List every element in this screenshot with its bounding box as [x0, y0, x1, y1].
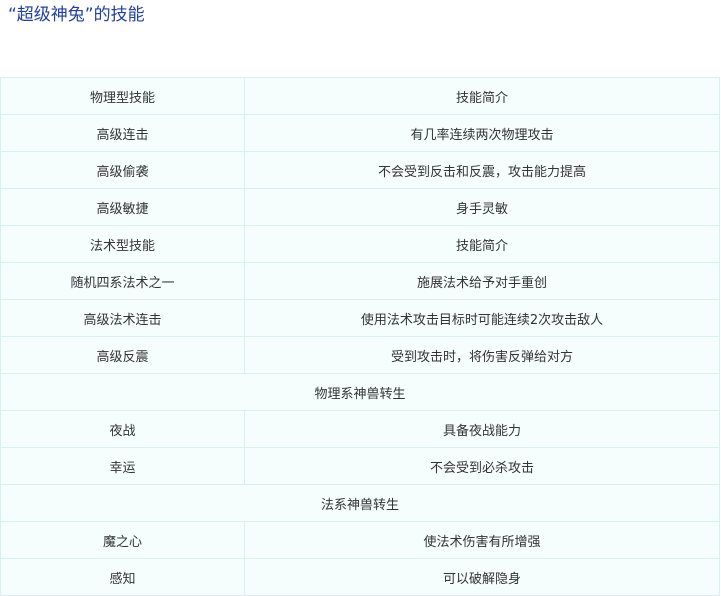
skill-name-cell: 幸运: [0, 447, 245, 485]
table-row: 魔之心 使法术伤害有所增强: [0, 521, 720, 559]
skill-name-cell: 感知: [0, 558, 245, 596]
skill-desc-cell: 使用法术攻击目标时可能连续2次攻击敌人: [244, 299, 720, 337]
table-row: 物理型技能 技能简介: [0, 77, 720, 115]
table-row: 随机四系法术之一 施展法术给予对手重创: [0, 262, 720, 300]
skill-desc-cell: 有几率连续两次物理攻击: [244, 114, 720, 152]
table-row: 法术型技能 技能简介: [0, 225, 720, 263]
skill-desc-cell: 不会受到必杀攻击: [244, 447, 720, 485]
skill-name-cell: 法术型技能: [0, 225, 245, 263]
table-row: 高级反震 受到攻击时，将伤害反弹给对方: [0, 336, 720, 374]
skill-desc-cell: 不会受到反击和反震，攻击能力提高: [244, 151, 720, 189]
skills-table-body: 物理型技能 技能简介 高级连击 有几率连续两次物理攻击 高级偷袭 不会受到反击和…: [0, 77, 720, 596]
skill-desc-cell: 身手灵敏: [244, 188, 720, 226]
skill-name-cell: 高级法术连击: [0, 299, 245, 337]
skill-name-cell: 高级敏捷: [0, 188, 245, 226]
skills-table: 物理型技能 技能简介 高级连击 有几率连续两次物理攻击 高级偷袭 不会受到反击和…: [0, 77, 720, 596]
section-header-cell: 物理系神兽转生: [0, 373, 720, 411]
table-row: 高级敏捷 身手灵敏: [0, 188, 720, 226]
skill-desc-cell: 使法术伤害有所增强: [244, 521, 720, 559]
page-heading: “超级神兔”的技能: [8, 5, 145, 25]
section-row: 法系神兽转生: [0, 484, 720, 522]
skill-desc-cell: 受到攻击时，将伤害反弹给对方: [244, 336, 720, 374]
skill-desc-cell: 可以破解隐身: [244, 558, 720, 596]
table-row: 幸运 不会受到必杀攻击: [0, 447, 720, 485]
skill-name-cell: 夜战: [0, 410, 245, 448]
skill-name-cell: 高级连击: [0, 114, 245, 152]
skill-name-cell: 高级偷袭: [0, 151, 245, 189]
skill-name-cell: 随机四系法术之一: [0, 262, 245, 300]
skill-name-cell: 魔之心: [0, 521, 245, 559]
skill-desc-cell: 技能简介: [244, 225, 720, 263]
table-row: 高级连击 有几率连续两次物理攻击: [0, 114, 720, 152]
skill-desc-cell: 施展法术给予对手重创: [244, 262, 720, 300]
skill-desc-cell: 技能简介: [244, 77, 720, 115]
table-row: 夜战 具备夜战能力: [0, 410, 720, 448]
skill-name-cell: 高级反震: [0, 336, 245, 374]
table-row: 高级偷袭 不会受到反击和反震，攻击能力提高: [0, 151, 720, 189]
skill-name-cell: 物理型技能: [0, 77, 245, 115]
skill-desc-cell: 具备夜战能力: [244, 410, 720, 448]
section-header-cell: 法系神兽转生: [0, 484, 720, 522]
table-row: 感知 可以破解隐身: [0, 558, 720, 596]
section-row: 物理系神兽转生: [0, 373, 720, 411]
table-row: 高级法术连击 使用法术攻击目标时可能连续2次攻击敌人: [0, 299, 720, 337]
